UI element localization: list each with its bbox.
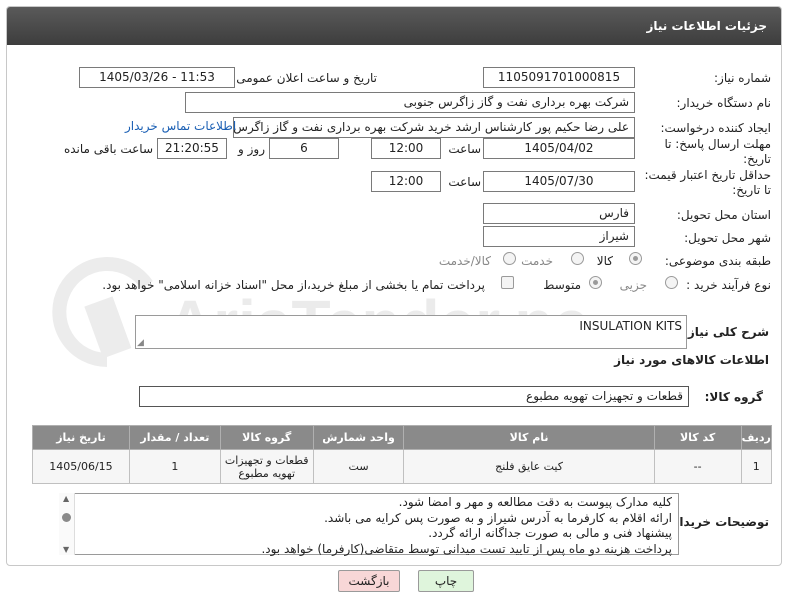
reply-deadline-label-line2: تاریخ: [743, 152, 771, 166]
announce-date-label: تاریخ و ساعت اعلان عمومی: [232, 71, 377, 85]
buyer-org-label: نام دستگاه خریدار: [676, 96, 772, 110]
cell-group: قطعات و تجهیزات تهویه مطبوع [219, 449, 314, 484]
category-radio-goods-service[interactable] [503, 252, 516, 265]
buyer-org-field[interactable]: شرکت بهره برداری نفت و گاز زاگرس جنوبی [185, 92, 635, 113]
col-date: تاریخ نیاز [32, 425, 130, 450]
price-validity-date-field[interactable]: 1405/07/30 [483, 171, 635, 192]
reply-deadline-time-field[interactable]: 12:00 [371, 138, 441, 159]
cell-group-line1: قطعات و تجهیزات [224, 453, 309, 467]
buyer-contact-link[interactable]: اطلاعات تماس خریدار [125, 119, 236, 133]
process-option-medium: متوسط [543, 278, 581, 292]
description-label: شرح کلی نیاز: [683, 325, 769, 339]
buyer-note-line: پیشنهاد فنی و مالی به صورت جداگانه ارائه… [428, 526, 672, 540]
reply-deadline-time-label: ساعت [448, 142, 481, 156]
province-field[interactable]: فارس [483, 203, 635, 224]
price-validity-label: حداقل تاریخ اعتبار قیمت: تا تاریخ: [644, 168, 771, 198]
items-table: ردیف کد کالا نام کالا واحد شمارش گروه کا… [32, 425, 773, 484]
remaining-time-label: ساعت باقی مانده [63, 142, 153, 156]
category-label: طبقه بندی موضوعی: [664, 254, 771, 268]
cell-row: 1 [740, 449, 773, 484]
col-row: ردیف [740, 425, 773, 450]
remaining-days-field[interactable]: 6 [269, 138, 339, 159]
days-label: روز و [238, 142, 265, 156]
category-option-goods: کالا [596, 254, 613, 268]
need-number-label: شماره نیاز: [714, 71, 771, 85]
need-number-field[interactable]: 1105091701000815 [483, 67, 635, 88]
cell-name: کیت عایق فلنج [403, 449, 655, 484]
city-label: شهر محل تحویل: [684, 231, 771, 245]
col-group: گروه کالا [219, 425, 314, 450]
treasury-payment-note: پرداخت تمام یا بخشی از مبلغ خرید،از محل … [102, 278, 485, 292]
price-validity-label-line1: حداقل تاریخ اعتبار قیمت: [644, 168, 771, 182]
table-header-row: ردیف کد کالا نام کالا واحد شمارش گروه کا… [32, 425, 773, 450]
goods-group-label: گروه کالا: [704, 390, 763, 404]
buyer-note-line: پرداخت هزینه دو ماه پس از تایید تست میدا… [261, 541, 672, 556]
col-qty: تعداد / مقدار [128, 425, 221, 450]
reply-deadline-label-line1: مهلت ارسال پاسخ: تا [664, 137, 771, 151]
col-unit: واحد شمارش [312, 425, 405, 450]
price-validity-time-field[interactable]: 12:00 [371, 171, 441, 192]
price-validity-label-line2: تا تاریخ: [732, 183, 771, 197]
requester-field[interactable]: علی رضا حکیم پور کارشناس ارشد خرید شرکت … [233, 117, 635, 138]
print-button[interactable]: چاپ [418, 570, 474, 592]
price-validity-time-label: ساعت [448, 175, 481, 189]
category-radio-goods[interactable] [629, 252, 642, 265]
reply-deadline-label: مهلت ارسال پاسخ: تا تاریخ: [664, 137, 771, 167]
panel-title: جزئیات اطلاعات نیاز [7, 7, 781, 45]
buyer-note-line: ارائه اقلام به کارفرما به آدرس شیراز و ب… [324, 510, 672, 525]
goods-group-field[interactable]: قطعات و تجهیزات تهویه مطبوع [139, 386, 689, 407]
scroll-thumb[interactable] [62, 513, 71, 522]
col-name: نام کالا [403, 425, 655, 450]
treasury-payment-checkbox[interactable] [501, 276, 514, 289]
process-radio-medium[interactable] [589, 276, 602, 289]
scroll-up-icon[interactable]: ▲ [63, 494, 69, 503]
category-option-service: خدمت [521, 254, 553, 268]
process-option-minor: جزیی [619, 278, 647, 292]
city-field[interactable]: شیراز [483, 226, 635, 247]
cell-group-line2: تهویه مطبوع [238, 466, 296, 480]
buyer-notes-label: توضیحات خریدار: [667, 515, 769, 529]
province-label: استان محل تحویل: [676, 208, 771, 222]
cell-unit: ست [312, 449, 405, 484]
remaining-time-field: 21:20:55 [157, 138, 227, 159]
requester-label: ایجاد کننده درخواست: [660, 121, 771, 135]
back-button[interactable]: بازگشت [338, 570, 400, 592]
buyer-notes-field[interactable]: کلیه مدارک پیوست به دقت مطالعه و مهر و ا… [59, 493, 679, 556]
reply-deadline-date-field[interactable]: 1405/04/02 [483, 138, 635, 159]
notes-scrollbar[interactable]: ▲ ▼ [59, 493, 75, 555]
col-code: کد کالا [653, 425, 742, 450]
buyer-note-line: کلیه مدارک پیوست به دقت مطالعه و مهر و ا… [398, 495, 672, 509]
category-radio-service[interactable] [571, 252, 584, 265]
process-type-label: نوع فرآیند خرید : [686, 278, 771, 292]
cell-qty: 1 [128, 449, 221, 484]
cell-date: 1405/06/15 [32, 449, 130, 484]
process-radio-minor[interactable] [665, 276, 678, 289]
table-row[interactable]: 1 -- کیت عایق فلنج ست قطعات و تجهیزات ته… [32, 449, 773, 484]
cell-code: -- [653, 449, 742, 484]
resize-handle-icon[interactable]: ◢ [137, 338, 144, 348]
category-option-goods-service: کالا/خدمت [438, 254, 491, 268]
description-field[interactable]: INSULATION KITS ◢ [135, 315, 687, 349]
scroll-down-icon[interactable]: ▼ [63, 545, 69, 554]
goods-section-title: اطلاعات کالاهای مورد نیاز [614, 353, 769, 367]
description-text: INSULATION KITS [579, 319, 682, 333]
announce-date-field[interactable]: 1405/03/26 - 11:53 [79, 67, 235, 88]
